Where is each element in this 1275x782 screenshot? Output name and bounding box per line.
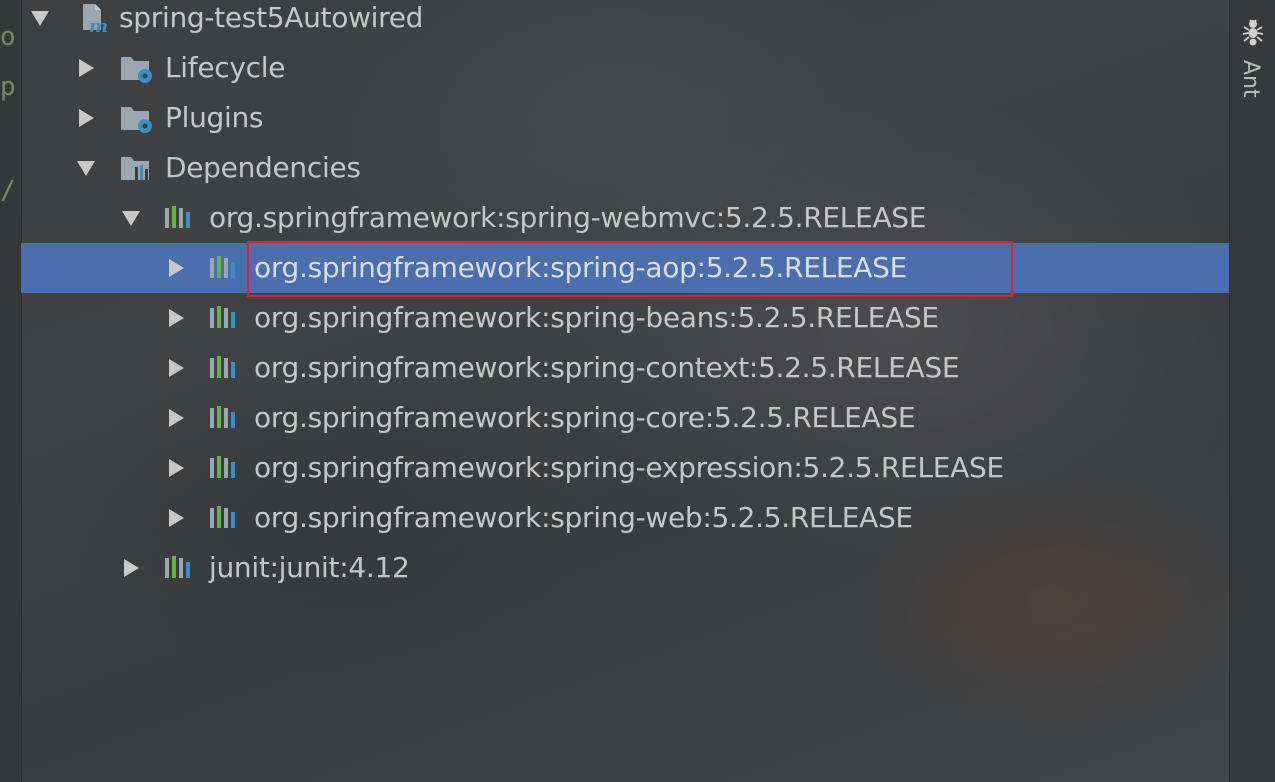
folder-gear-icon (121, 107, 152, 133)
tree-item-label: org.springframework:spring-webmvc:5.2.5.… (209, 201, 927, 234)
tree-item-plugins[interactable]: Plugins (21, 93, 1229, 143)
tree-item-label: org.springframework:spring-beans:5.2.5.R… (254, 301, 939, 334)
chevron-down-icon[interactable] (27, 0, 53, 43)
tree-item-label: spring-test5Autowired (119, 1, 424, 34)
gutter-char: o (0, 22, 16, 52)
tree-item-dependency[interactable]: org.springframework:spring-core:5.2.5.RE… (21, 393, 1229, 443)
tree-item-label: org.springframework:spring-aop:5.2.5.REL… (254, 251, 907, 284)
gutter-char: p (0, 72, 16, 102)
tree-item-label: junit:junit:4.12 (209, 551, 410, 584)
tree-item-dependency[interactable]: org.springframework:spring-expression:5.… (21, 443, 1229, 493)
tree-item-label: Plugins (165, 101, 264, 134)
svg-text:m: m (89, 16, 108, 34)
library-icon (210, 356, 235, 378)
chevron-right-icon[interactable] (73, 93, 99, 143)
library-icon (210, 406, 235, 428)
tree-item-dependency[interactable]: org.springframework:spring-web:5.2.5.REL… (21, 493, 1229, 543)
library-icon (210, 256, 235, 278)
tree-item-dependency[interactable]: org.springframework:spring-webmvc:5.2.5.… (21, 193, 1229, 243)
chevron-right-icon[interactable] (163, 343, 189, 393)
tree-item-lifecycle[interactable]: Lifecycle (21, 43, 1229, 93)
tree-item-label: Dependencies (165, 151, 361, 184)
chevron-right-icon[interactable] (163, 243, 189, 293)
tree-item-label: org.springframework:spring-web:5.2.5.REL… (254, 501, 913, 534)
tree-item-label: org.springframework:spring-context:5.2.5… (254, 351, 960, 384)
tree-item-dependency-selected[interactable]: org.springframework:spring-aop:5.2.5.REL… (21, 243, 1229, 293)
editor-gutter: o p / (0, 0, 22, 782)
chevron-right-icon[interactable] (163, 493, 189, 543)
chevron-down-icon[interactable] (73, 143, 99, 193)
gutter-char: / (0, 176, 16, 206)
chevron-right-icon[interactable] (163, 393, 189, 443)
library-icon (165, 206, 190, 228)
chevron-down-icon[interactable] (118, 193, 144, 243)
tree-item-dependency[interactable]: org.springframework:spring-beans:5.2.5.R… (21, 293, 1229, 343)
library-icon (210, 456, 235, 478)
chevron-right-icon[interactable] (118, 543, 144, 593)
library-icon (210, 306, 235, 328)
right-tool-strip (1229, 0, 1275, 782)
tree-item-dependency[interactable]: junit:junit:4.12 (21, 543, 1229, 593)
ant-icon[interactable] (1241, 18, 1265, 46)
library-icon (165, 556, 190, 578)
tree-item-root[interactable]: m spring-test5Autowired (21, 0, 1229, 43)
tree-item-label: org.springframework:spring-core:5.2.5.RE… (254, 401, 916, 434)
chevron-right-icon[interactable] (163, 443, 189, 493)
tree-item-label: org.springframework:spring-expression:5.… (254, 451, 1004, 484)
library-icon (210, 506, 235, 528)
folder-gear-icon (121, 57, 152, 83)
maven-project-tree: m spring-test5Autowired Lifecycle Plugin… (21, 0, 1229, 782)
chevron-right-icon[interactable] (163, 293, 189, 343)
tree-item-dependency[interactable]: org.springframework:spring-context:5.2.5… (21, 343, 1229, 393)
ant-tool-window-tab[interactable]: Ant (1238, 60, 1263, 98)
tree-item-dependencies[interactable]: Dependencies (21, 143, 1229, 193)
tree-item-label: Lifecycle (165, 51, 286, 84)
maven-project-icon: m (83, 4, 108, 34)
folder-library-icon (121, 157, 149, 180)
chevron-right-icon[interactable] (73, 43, 99, 93)
